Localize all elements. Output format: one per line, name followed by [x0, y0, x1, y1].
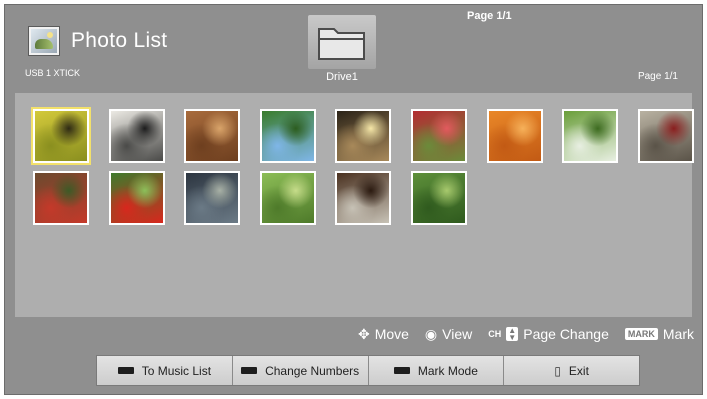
thumbnail-image: [488, 111, 541, 161]
photo-thumbnail-sunset[interactable]: [335, 109, 392, 163]
usb-device-label: USB 1 XTICK: [25, 68, 81, 78]
ok-button-icon: ◉: [424, 325, 438, 342]
drive-folder-button[interactable]: [308, 15, 376, 69]
folder-icon: [318, 28, 365, 60]
photo-thumbnail-dandelion[interactable]: [562, 109, 619, 163]
photo-thumbnail-pots[interactable]: [637, 109, 694, 163]
change-numbers-label: Change Numbers: [265, 363, 360, 378]
page-indicator-top: Page 1/1: [467, 10, 512, 22]
mark-mode-label: Mark Mode: [417, 363, 478, 378]
photo-list-screen: Photo List USB 1 XTICK Drive1 Page 1/1 P…: [4, 4, 703, 395]
thumbnail-grid: [15, 93, 694, 317]
legend-view-label: View: [442, 326, 473, 342]
thumbnail-image: [564, 111, 617, 161]
thumbnail-image: [261, 111, 314, 161]
photo-thumbnail-butterfly[interactable]: [33, 109, 89, 163]
thumbnail-image: [639, 111, 692, 161]
legend-view: ◉ View: [425, 326, 472, 343]
photo-thumbnail-berries[interactable]: [33, 171, 89, 225]
change-numbers-button[interactable]: Change Numbers: [232, 356, 369, 385]
drive-label: Drive1: [326, 71, 358, 83]
arrows-icon: ✥: [357, 325, 370, 342]
thumbnail-image: [35, 173, 87, 223]
thumbnail-image: [186, 111, 239, 161]
mark-mode-button[interactable]: Mark Mode: [368, 356, 505, 385]
legend-page-change-label: Page Change: [523, 326, 609, 342]
thumbnail-image: [110, 111, 163, 161]
photo-thumbnail-red-tree[interactable]: [411, 109, 467, 163]
thumbnail-image: [337, 173, 390, 223]
thumbnail-image: [35, 111, 87, 161]
photo-thumbnail-horse-riders[interactable]: [108, 109, 165, 163]
legend-page-change: CH ▲ ▼ Page Change: [488, 326, 609, 342]
thumbnail-image: [186, 173, 239, 223]
legend-mark-label: Mark: [662, 326, 694, 342]
thumbnail-image: [413, 111, 465, 161]
color-key-icon: [241, 367, 258, 374]
color-key-icon: [393, 367, 410, 374]
ch-label: CH: [488, 329, 502, 339]
header-bar: Photo List USB 1 XTICK Drive1 Page 1/1 P…: [5, 5, 702, 91]
photo-thumbnail-garden[interactable]: [259, 171, 316, 225]
page-indicator: Page 1/1: [637, 71, 678, 82]
photo-thumbnail-wooden-corridor[interactable]: [184, 109, 241, 163]
thumbnail-image: [110, 173, 163, 223]
photo-thumbnail-bamboo[interactable]: [411, 171, 467, 225]
channel-updown-icon: ▲ ▼: [506, 327, 519, 342]
color-key-icon: [117, 367, 134, 374]
exit-icon: ▯: [554, 363, 561, 378]
photo-thumbnail-temple-hall[interactable]: [335, 171, 392, 225]
legend-move: ✥ Move: [358, 326, 409, 343]
exit-label: Exit: [568, 363, 589, 378]
legend-mark: MARK Mark: [624, 326, 694, 342]
legend-move-label: Move: [374, 326, 409, 342]
photo-thumbnail-oranges[interactable]: [486, 109, 543, 163]
mark-key-icon: MARK: [624, 328, 658, 340]
to-music-list-button[interactable]: To Music List: [97, 356, 233, 385]
photo-thumbnail-red-rose[interactable]: [108, 171, 165, 225]
photo-icon: [29, 27, 59, 55]
photo-thumbnail-blue-flowers[interactable]: [259, 109, 316, 163]
page-title: Photo List: [71, 29, 168, 52]
to-music-list-label: To Music List: [141, 363, 212, 378]
function-button-bar: To Music List Change Numbers Mark Mode ▯…: [96, 355, 640, 386]
key-legend: ✥ Move ◉ View CH ▲ ▼ Page Change MARK Mar…: [358, 323, 694, 345]
thumbnail-image: [337, 111, 390, 161]
thumbnail-image: [413, 173, 465, 223]
photo-thumbnail-stone-bowl[interactable]: [184, 171, 241, 225]
thumbnail-image: [261, 173, 314, 223]
exit-button[interactable]: ▯ Exit: [504, 356, 639, 385]
